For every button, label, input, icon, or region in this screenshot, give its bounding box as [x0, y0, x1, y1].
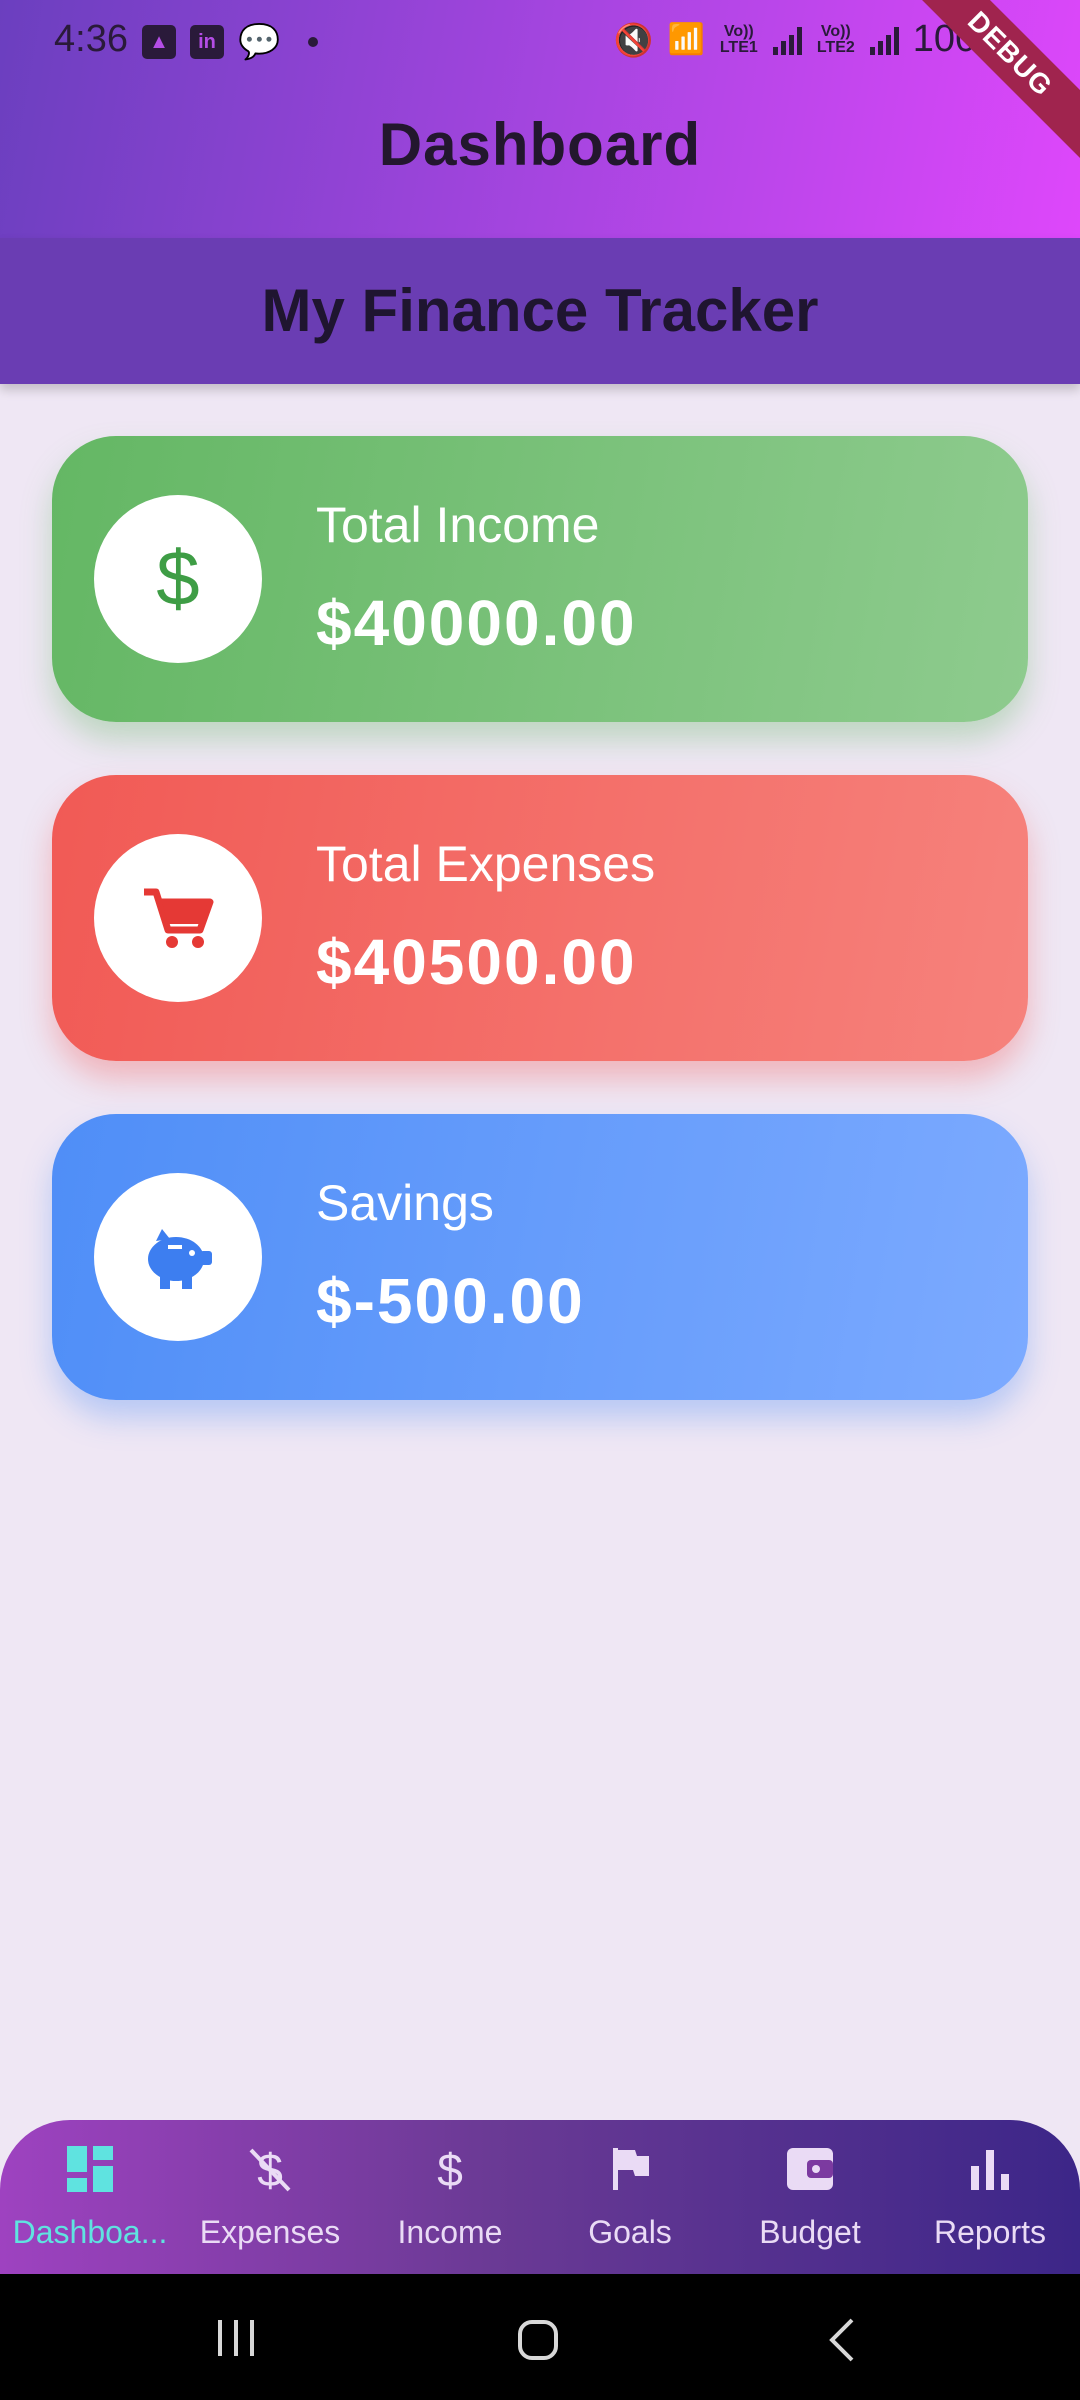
- card-label: Total Income: [316, 497, 600, 553]
- wallet-icon: [787, 2148, 833, 2190]
- bar-chart-icon: [971, 2150, 1009, 2190]
- system-nav-bar: [0, 2274, 1080, 2400]
- app-bar: 4:36 ▲ in 💬 🔇 📶 Vo)) LTE1 Vo)) LTE2 100%…: [0, 0, 1080, 238]
- nav-item-reports[interactable]: Reports: [900, 2120, 1080, 2274]
- dollar-icon: $: [156, 539, 199, 619]
- cart-icon: [144, 888, 214, 948]
- nav-label: Income: [397, 2214, 503, 2250]
- status-time: 4:36: [54, 18, 128, 60]
- expenses-card[interactable]: Total Expenses $40500.00: [52, 775, 1028, 1061]
- gallery-icon: ▲: [142, 25, 176, 59]
- income-icon-circle: $: [94, 495, 262, 663]
- chat-icon: 💬: [238, 23, 281, 61]
- back-icon[interactable]: [822, 2316, 862, 2364]
- savings-icon-circle: [94, 1173, 262, 1341]
- home-icon[interactable]: [514, 2316, 562, 2364]
- nav-item-dashboard[interactable]: Dashboa...: [0, 2120, 180, 2274]
- recent-apps-icon[interactable]: [214, 2316, 258, 2360]
- card-label: Savings: [316, 1175, 494, 1231]
- nav-item-goals[interactable]: Goals: [540, 2120, 720, 2274]
- notification-icons: ▲ in 💬: [142, 22, 319, 62]
- header-title: My Finance Tracker: [261, 277, 819, 344]
- card-amount: $40500.00: [316, 926, 637, 998]
- svg-text:$: $: [156, 539, 199, 619]
- money-off-icon: $: [249, 2144, 291, 2194]
- signal-icon: [772, 25, 802, 55]
- header: My Finance Tracker: [0, 238, 1080, 384]
- more-notifications-icon: [308, 37, 319, 47]
- piggy-bank-icon: [148, 1229, 212, 1289]
- income-card[interactable]: $ Total Income $40000.00: [52, 436, 1028, 722]
- sim1-label: Vo)) LTE1: [719, 22, 758, 56]
- svg-text:$: $: [437, 2144, 463, 2194]
- page-title: Dashboard: [378, 111, 702, 178]
- card-amount: $-500.00: [316, 1265, 585, 1337]
- nav-item-income[interactable]: $ Income: [360, 2120, 540, 2274]
- nav-label: Goals: [588, 2214, 672, 2250]
- nav-label: Dashboa...: [12, 2214, 168, 2250]
- status-bar: 4:36 ▲ in 💬 🔇 📶 Vo)) LTE1 Vo)) LTE2 100%: [0, 0, 1080, 80]
- nav-label: Reports: [933, 2214, 1047, 2250]
- card-amount: $40000.00: [316, 587, 637, 659]
- sim2-label: Vo)) LTE2: [816, 22, 855, 56]
- flag-icon: [613, 2148, 649, 2190]
- nav-item-expenses[interactable]: $ Expenses: [180, 2120, 360, 2274]
- expenses-icon-circle: [94, 834, 262, 1002]
- dashboard-icon: [67, 2146, 113, 2192]
- nav-label: Expenses: [199, 2214, 341, 2250]
- signal-icon: [869, 25, 899, 55]
- nav-label: Budget: [759, 2214, 861, 2250]
- card-label: Total Expenses: [316, 836, 656, 892]
- mute-icon: 🔇: [613, 21, 654, 58]
- linkedin-icon: in: [190, 25, 224, 59]
- bottom-nav: Dashboa... $ Expenses $ Income Goals Bud…: [0, 2120, 1080, 2274]
- wifi-icon: 📶: [667, 23, 705, 56]
- nav-item-budget[interactable]: Budget: [720, 2120, 900, 2274]
- savings-card[interactable]: Savings $-500.00: [52, 1114, 1028, 1400]
- dollar-icon: $: [437, 2144, 463, 2194]
